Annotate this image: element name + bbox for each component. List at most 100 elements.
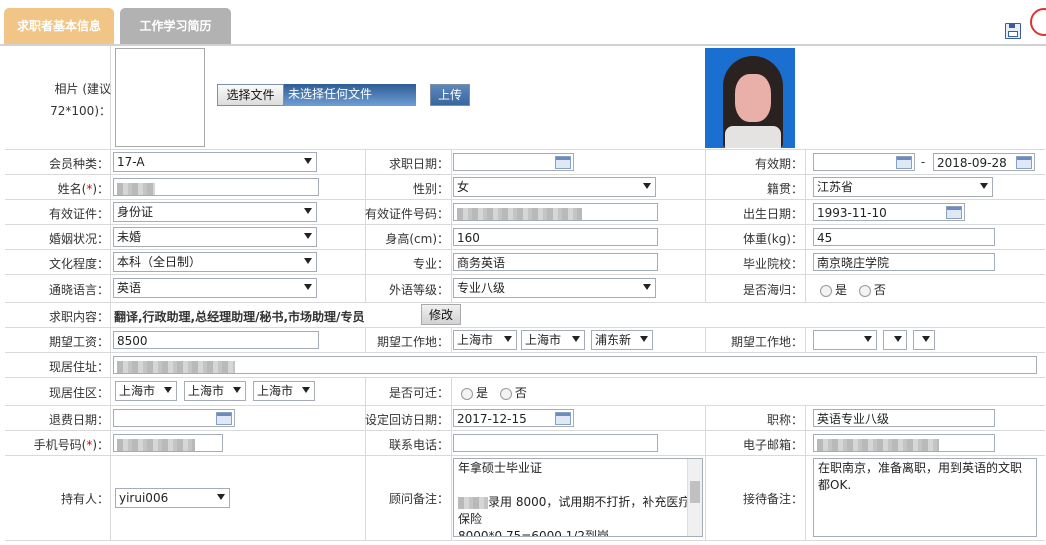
marriage-label: 婚姻状况：: [48, 232, 109, 246]
area-city[interactable]: 上海市: [184, 381, 246, 401]
photo-row: 相片 (建议72*100)： 选择文件 未选择任何文件 上传: [5, 46, 1045, 150]
file-status: 未选择任何文件: [284, 84, 416, 106]
id-number-label: 有效证件号码：: [365, 207, 450, 221]
job-date-label: 求职日期：: [388, 157, 449, 171]
work-loc-province[interactable]: 上海市: [453, 330, 517, 350]
row-mobile: 手机号码(*)： 联系电话： 电子邮箱：: [5, 431, 1045, 456]
work-loc2-province[interactable]: [813, 330, 877, 350]
phone-input[interactable]: [453, 434, 658, 452]
advisor-note-textarea[interactable]: 年拿硕士毕业证 录用 8000，试用期不打折，补充医疗保险 8000*0.75=…: [453, 458, 703, 537]
revisit-date-input[interactable]: 2017-12-15: [453, 409, 574, 427]
work-loc-city[interactable]: 上海市: [521, 330, 585, 350]
job-date-input[interactable]: [453, 153, 574, 171]
save-icon[interactable]: [1005, 23, 1021, 39]
valid-label: 有效期：: [754, 157, 803, 171]
title-label: 职称：: [766, 413, 803, 427]
upload-button[interactable]: 上传: [430, 84, 470, 106]
row-address: 现居住址：: [5, 353, 1045, 378]
valid-dash: -: [920, 155, 926, 169]
photo-image: [705, 48, 795, 148]
title-input[interactable]: 英语专业八级: [813, 409, 995, 427]
holder-select[interactable]: yirui006: [115, 488, 230, 508]
salary-input[interactable]: 8500: [113, 331, 319, 349]
id-number-input[interactable]: [453, 203, 658, 221]
address-input[interactable]: [113, 356, 1037, 374]
relocate-no-radio[interactable]: [499, 387, 512, 400]
weight-input[interactable]: 45: [813, 228, 995, 246]
row-refund: 退费日期： 设定回访日期： 2017-12-15 职称： 英语专业八级: [5, 406, 1045, 431]
calendar-icon[interactable]: [946, 206, 962, 219]
id-type-label: 有效证件：: [48, 207, 109, 221]
calendar-icon[interactable]: [555, 156, 571, 169]
close-icon[interactable]: [1030, 8, 1046, 36]
holder-label: 持有人：: [60, 492, 109, 506]
row-education: 文化程度： 本科（全日制） 专业： 商务英语 毕业院校： 南京晓庄学院: [5, 250, 1045, 275]
member-type-select[interactable]: 17-A: [113, 152, 317, 172]
choose-file-button[interactable]: 选择文件: [217, 84, 284, 106]
major-input[interactable]: 商务英语: [453, 253, 658, 271]
revisit-date-label: 设定回访日期：: [365, 413, 450, 427]
work-loc-label: 期望工作地：: [376, 335, 449, 349]
birth-input[interactable]: 1993-11-10: [813, 203, 965, 221]
scrollbar-thumb[interactable]: [690, 481, 700, 503]
mobile-input[interactable]: [113, 434, 223, 452]
returnee-radios: 是 否: [820, 281, 886, 298]
row-holder: 持有人： yirui006 顾问备注： 年拿硕士毕业证 录用 8000，试用期不…: [5, 456, 1045, 541]
area-province[interactable]: 上海市: [115, 381, 177, 401]
photo-preview: [115, 48, 205, 147]
valid-from-input[interactable]: [813, 153, 915, 171]
gender-label: 性别：: [412, 182, 449, 196]
name-input[interactable]: [113, 178, 319, 196]
native-select[interactable]: 江苏省: [813, 177, 993, 197]
tab-basic-info[interactable]: 求职者基本信息: [4, 8, 114, 44]
school-label: 毕业院校：: [742, 257, 803, 271]
gender-select[interactable]: 女: [453, 177, 656, 197]
foreign-level-label: 外语等级：: [388, 283, 449, 297]
relocate-radios: 是 否: [461, 384, 527, 401]
id-type-select[interactable]: 身份证: [113, 202, 317, 222]
address-label: 现居住址：: [48, 360, 109, 374]
calendar-icon[interactable]: [896, 156, 912, 169]
advisor-note-label: 顾问备注：: [388, 492, 449, 506]
job-content-value: 翻译,行政助理,总经理助理/秘书,市场助理/专员: [114, 310, 365, 324]
relocate-yes-radio[interactable]: [461, 387, 473, 400]
area-district[interactable]: 上海市: [253, 381, 315, 401]
marriage-select[interactable]: 未婚: [113, 227, 317, 247]
school-input[interactable]: 南京晓庄学院: [813, 253, 995, 271]
email-label: 电子邮箱：: [742, 438, 803, 452]
row-member: 会员种类： 17-A 求职日期： 有效期： - 2018-09-28: [5, 150, 1045, 175]
height-label: 身高(cm)：: [385, 232, 449, 246]
work-loc2-district[interactable]: [913, 330, 935, 350]
tab-bar: 求职者基本信息 工作学习简历: [0, 0, 1046, 46]
refund-date-input[interactable]: [113, 409, 235, 427]
work-loc2-label: 期望工作地：: [730, 335, 803, 349]
calendar-icon[interactable]: [1016, 156, 1032, 169]
email-input[interactable]: [813, 434, 995, 452]
birth-label: 出生日期：: [742, 207, 803, 221]
language-select[interactable]: 英语: [113, 278, 317, 298]
work-loc2-city[interactable]: [883, 330, 907, 350]
calendar-icon[interactable]: [555, 412, 571, 425]
calendar-icon[interactable]: [216, 412, 232, 425]
education-select[interactable]: 本科（全日制）: [113, 252, 317, 272]
reception-note-textarea[interactable]: 在职南京，准备离职，用到英语的文职都OK.: [813, 458, 1037, 537]
returnee-yes-radio[interactable]: [820, 284, 832, 297]
mobile-label: 手机号码(*)：: [33, 438, 109, 452]
member-type-label: 会员种类：: [48, 157, 109, 171]
phone-label: 联系电话：: [388, 438, 449, 452]
foreign-level-select[interactable]: 专业八级: [453, 278, 656, 298]
row-job-content: 求职内容： 翻译,行政助理,总经理助理/秘书,市场助理/专员 修改: [5, 303, 1045, 328]
row-marriage: 婚姻状况： 未婚 身高(cm)： 160 体重(kg)： 45: [5, 225, 1045, 250]
returnee-no-radio[interactable]: [858, 284, 871, 297]
scrollbar[interactable]: [687, 459, 702, 536]
edit-job-content-button[interactable]: 修改: [421, 304, 461, 325]
weight-label: 体重(kg)：: [743, 232, 803, 246]
height-input[interactable]: 160: [453, 228, 658, 246]
tab-resume[interactable]: 工作学习简历: [120, 8, 231, 44]
refund-date-label: 退费日期：: [48, 413, 109, 427]
valid-to-input[interactable]: 2018-09-28: [933, 153, 1035, 171]
area-label: 现居住区：: [48, 386, 109, 400]
row-id: 有效证件： 身份证 有效证件号码： 出生日期： 1993-11-10: [5, 200, 1045, 225]
work-loc-district[interactable]: 浦东新: [591, 330, 653, 350]
photo-label: 相片 (建议72*100)：: [50, 82, 111, 118]
